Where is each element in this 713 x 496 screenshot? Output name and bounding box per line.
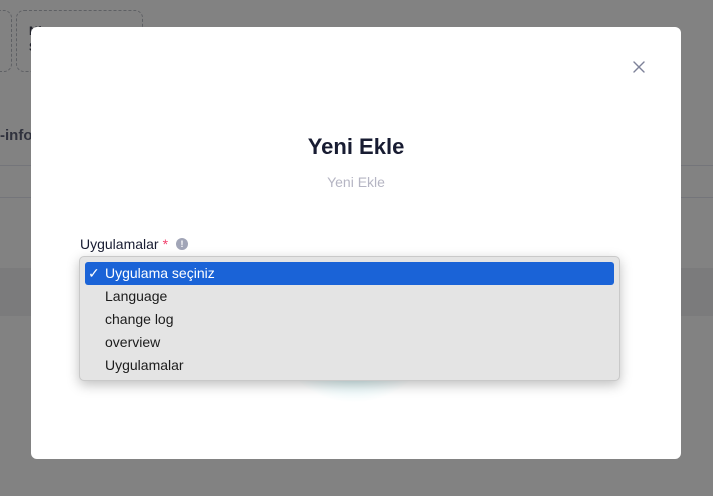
required-marker: * [162, 236, 169, 252]
option-label: Uygulamalar [105, 357, 184, 373]
close-button[interactable] [629, 57, 649, 77]
checkmark-icon: ✓ [88, 265, 100, 281]
modal-title: Yeni Ekle [307, 134, 405, 159]
field-label-text: Uygulamalar [80, 236, 159, 252]
applications-select-dropdown[interactable]: ✓ Uygulama seçiniz Language change log o… [79, 256, 620, 381]
select-option-language[interactable]: Language [85, 285, 614, 308]
option-label: change log [105, 311, 174, 327]
option-label: overview [105, 334, 161, 350]
info-icon[interactable]: ! [176, 238, 189, 250]
option-label: Language [105, 288, 168, 304]
add-new-modal: Yeni Ekle Yeni Ekle Uygulamalar * ! [31, 27, 681, 459]
close-icon [633, 61, 645, 73]
select-option-overview[interactable]: overview [85, 331, 614, 354]
option-label: Uygulama seçiniz [105, 265, 215, 281]
select-option-change-log[interactable]: change log [85, 308, 614, 331]
applications-field-label: Uygulamalar * ! [80, 236, 189, 252]
modal-subtitle: Yeni Ekle [327, 174, 385, 190]
select-option-applications[interactable]: Uygulamalar [85, 354, 614, 377]
select-option-placeholder[interactable]: ✓ Uygulama seçiniz [85, 262, 614, 285]
